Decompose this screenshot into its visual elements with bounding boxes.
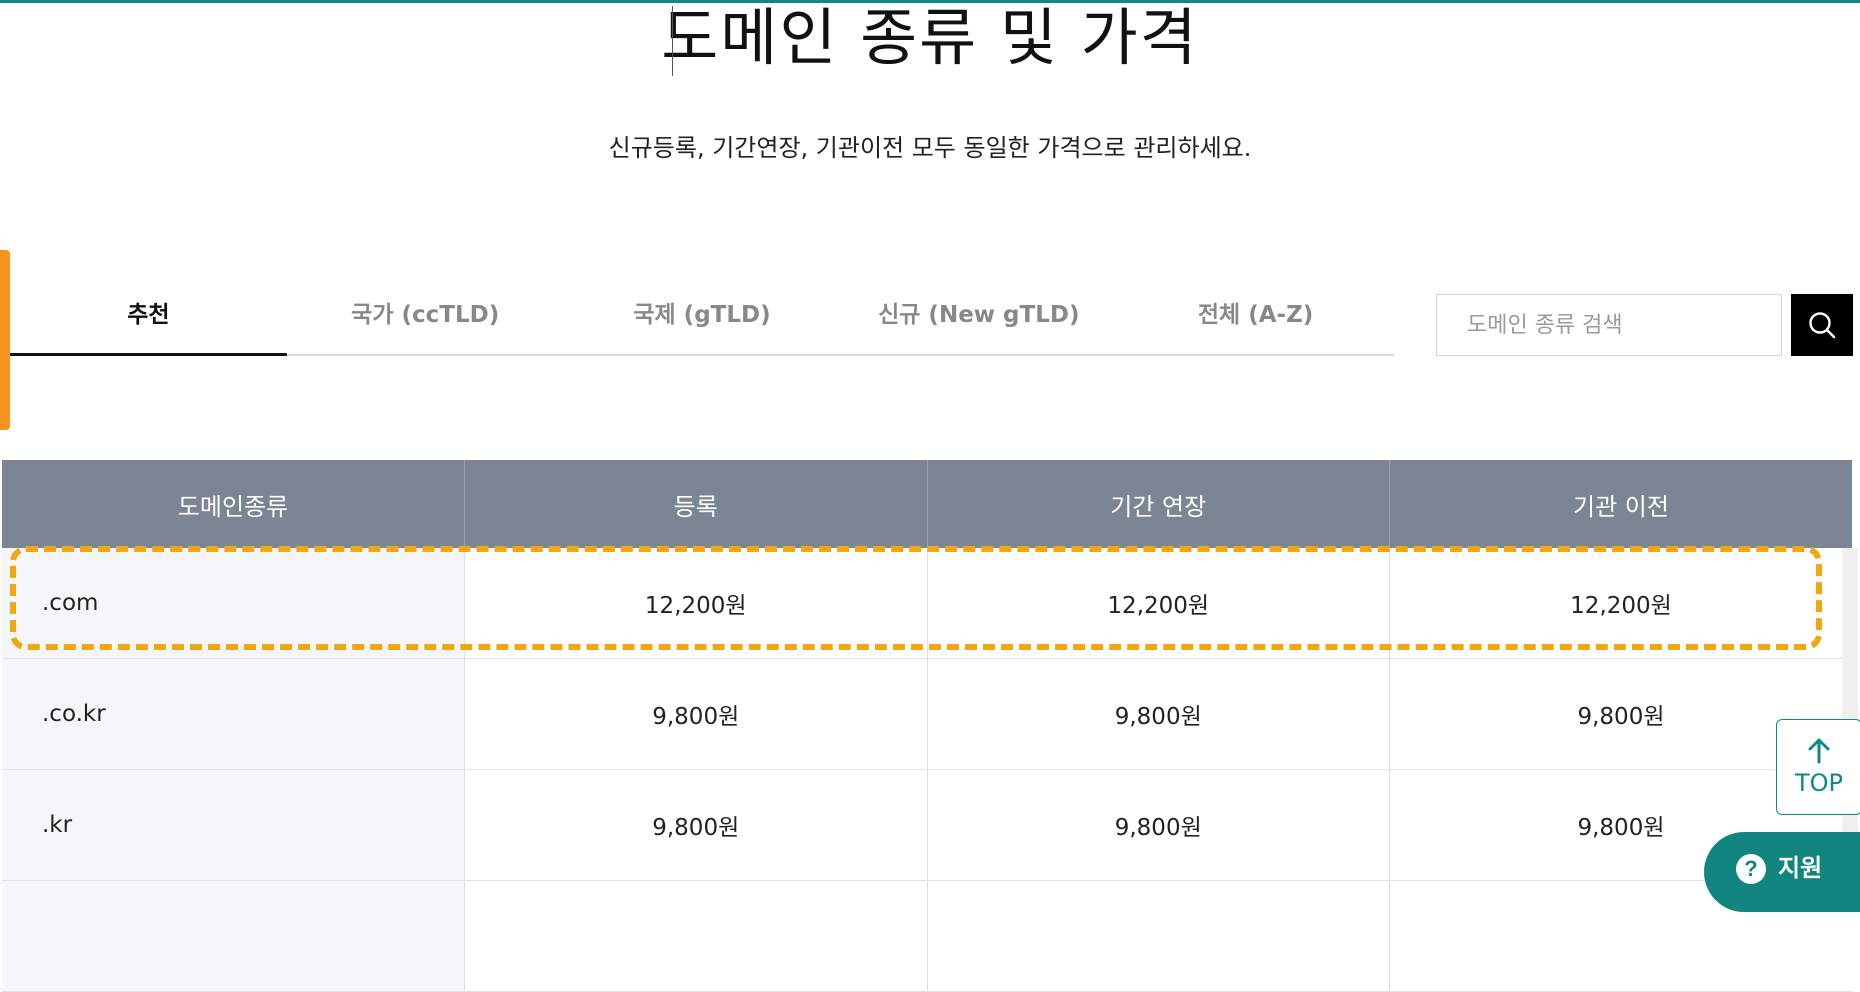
domain-search-input[interactable] [1436,294,1782,356]
table-row [2,880,1852,992]
renew-price-cell [927,880,1390,992]
tab-all[interactable]: 전체 (A-Z) [1117,290,1394,354]
renew-price-cell: 12,200원 [927,548,1390,659]
renew-price-cell: 9,800원 [927,658,1390,770]
domain-name-cell: .com [2,548,465,659]
scroll-to-top-button[interactable]: TOP [1776,719,1860,815]
column-header-renew: 기간 연장 [927,460,1390,548]
tab-gtld[interactable]: 국제 (gTLD) [564,290,841,354]
register-price-cell: 12,200원 [464,548,928,659]
category-tabs: 추천 국가 (ccTLD) 국제 (gTLD) 신규 (New gTLD) 전체… [10,290,1394,356]
domain-name-cell [2,880,465,992]
tab-cctld[interactable]: 국가 (ccTLD) [287,290,564,354]
renew-price-cell: 9,800원 [927,769,1390,881]
register-price-cell [464,880,928,992]
search-icon [1809,312,1836,339]
arrow-up-icon [1808,738,1830,764]
domain-name-cell: .co.kr [2,658,465,770]
tab-new-gtld[interactable]: 신규 (New gTLD) [840,290,1117,354]
page-title: 도메인 종류 및 가격 [661,1,1199,74]
table-row: .com 12,200원 12,200원 12,200원 [2,548,1852,659]
register-price-cell: 9,800원 [464,769,928,881]
column-header-register: 등록 [464,460,928,548]
text-caret [672,6,673,76]
table-row: .kr 9,800원 9,800원 9,800원 [2,769,1852,881]
domain-price-table: 도메인종류 등록 기간 연장 기관 이전 .com 12,200원 12,200… [2,460,1852,992]
search-button[interactable] [1791,294,1853,356]
page-subtitle: 신규등록, 기간연장, 기관이전 모두 동일한 가격으로 관리하세요. [608,134,1252,162]
domain-name-cell: .kr [2,769,465,881]
side-accent-tab[interactable] [0,250,10,430]
table-row: .co.kr 9,800원 9,800원 9,800원 [2,658,1852,770]
support-button[interactable]: ? 지원 [1704,832,1860,912]
register-price-cell: 9,800원 [464,658,928,770]
table-header-row: 도메인종류 등록 기간 연장 기관 이전 [2,460,1852,548]
top-label: TOP [1794,769,1844,797]
tab-recommended[interactable]: 추천 [10,290,287,356]
column-header-transfer: 기관 이전 [1389,460,1852,548]
support-label: 지원 [1778,855,1823,882]
transfer-price-cell: 12,200원 [1389,548,1852,659]
column-header-domain: 도메인종류 [2,460,465,548]
question-icon: ? [1736,854,1766,884]
